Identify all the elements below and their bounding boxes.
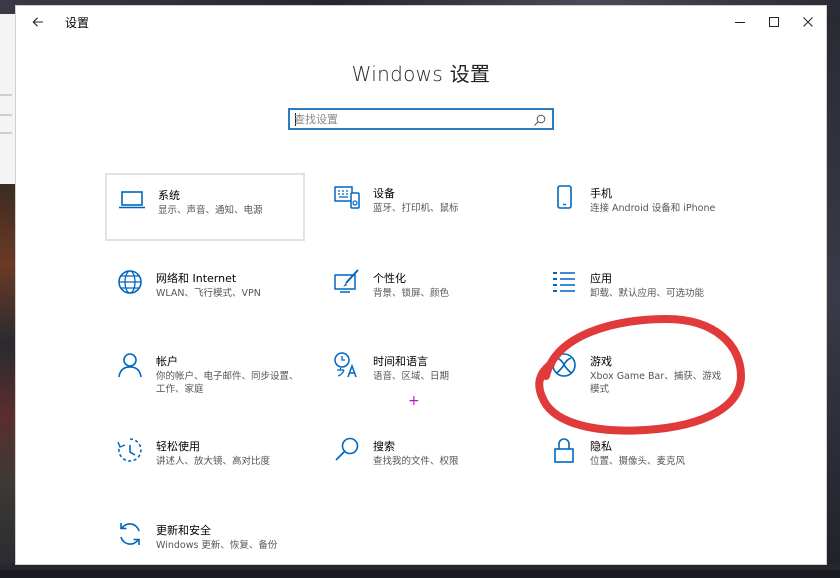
tile-ease-of-access[interactable]: 轻松使用 讲述人、放大镜、高对比度 — [105, 426, 305, 494]
tile-name: 个性化 — [373, 272, 406, 285]
back-arrow-icon — [32, 17, 43, 27]
tile-name: 网络和 Internet — [156, 272, 237, 285]
title-bar[interactable]: 设置 — [16, 6, 826, 38]
tile-name: 手机 — [590, 187, 612, 200]
tile-description: 讲述人、放大镜、高对比度 — [156, 456, 271, 467]
sync-icon — [115, 519, 145, 549]
tile-name: 时间和语言 — [373, 355, 428, 368]
globe-icon — [115, 267, 145, 297]
settings-window: 设置 Windows 设置 系统 显示、声音 — [16, 6, 826, 564]
tile-network[interactable]: 网络和 Internet WLAN、飞行模式、VPN — [105, 258, 305, 326]
tile-update-security[interactable]: 更新和安全 Windows 更新、恢复、备份 — [105, 510, 305, 578]
tile-description: 连接 Android 设备和 iPhone — [590, 203, 716, 214]
tile-personalization[interactable]: 个性化 背景、锁屏、颜色 — [322, 258, 522, 326]
tile-name: 设备 — [373, 187, 395, 200]
tile-system[interactable]: 系统 显示、声音、通知、电源 — [105, 173, 305, 241]
minimize-icon — [735, 22, 745, 23]
tile-search[interactable]: 搜索 查找我的文件、权限 — [322, 426, 522, 494]
tile-name: 应用 — [590, 272, 612, 285]
phone-icon — [549, 182, 579, 212]
desktop-background-right — [826, 14, 840, 570]
tile-name: 轻松使用 — [156, 440, 200, 453]
tile-name: 游戏 — [590, 355, 612, 368]
maximize-button[interactable] — [757, 6, 791, 38]
tile-privacy[interactable]: 隐私 位置、摄像头、麦克风 — [539, 426, 739, 494]
search-box[interactable] — [288, 108, 554, 130]
tile-name: 搜索 — [373, 440, 395, 453]
time-language-icon — [332, 350, 362, 380]
tile-description: 你的帐户、电子邮件、同步设置、工作、家庭 — [156, 371, 299, 395]
tile-description: 背景、锁屏、颜色 — [373, 288, 450, 299]
tile-name: 更新和安全 — [156, 524, 211, 537]
tile-apps[interactable]: 应用 卸载、默认应用、可选功能 — [539, 258, 739, 326]
tile-description: 位置、摄像头、麦克风 — [590, 456, 686, 467]
back-button[interactable] — [22, 8, 54, 36]
apps-list-icon — [549, 267, 579, 297]
tile-time-language[interactable]: 时间和语言 语音、区域、日期 — [322, 341, 522, 409]
tile-gaming[interactable]: 游戏 Xbox Game Bar、捕获、游戏模式 — [539, 341, 739, 409]
close-button[interactable] — [791, 6, 825, 38]
search-icon[interactable] — [533, 113, 547, 127]
paintbrush-icon — [332, 267, 362, 297]
tile-description: 卸载、默认应用、可选功能 — [590, 288, 705, 299]
tile-name: 隐私 — [590, 440, 612, 453]
person-icon — [115, 350, 145, 380]
ease-of-access-icon — [115, 435, 145, 465]
desktop-background-left — [0, 14, 16, 570]
minimize-button[interactable] — [723, 6, 757, 38]
lock-icon — [549, 435, 579, 465]
keyboard-device-icon — [332, 182, 362, 212]
xbox-icon — [549, 350, 579, 380]
tile-description: 蓝牙、打印机、鼠标 — [373, 203, 459, 214]
tile-description: WLAN、飞行模式、VPN — [156, 288, 261, 299]
tile-description: 显示、声音、通知、电源 — [158, 205, 263, 216]
tile-description: 语音、区域、日期 — [373, 371, 450, 382]
search-icon — [332, 435, 362, 465]
window-title: 设置 — [65, 16, 90, 30]
tile-phone[interactable]: 手机 连接 Android 设备和 iPhone — [539, 173, 739, 241]
tile-description: Windows 更新、恢复、备份 — [156, 540, 278, 551]
tile-description: 查找我的文件、权限 — [373, 456, 459, 467]
tile-accounts[interactable]: 帐户 你的帐户、电子邮件、同步设置、工作、家庭 — [105, 341, 305, 409]
tile-name: 帐户 — [156, 355, 178, 368]
maximize-icon — [769, 17, 779, 27]
close-icon — [803, 17, 813, 27]
tile-name: 系统 — [158, 189, 180, 202]
cursor-plus-marker: + — [408, 393, 420, 409]
page-title: Windows 设置 — [351, 62, 491, 86]
tile-description: Xbox Game Bar、捕获、游戏模式 — [590, 371, 722, 395]
laptop-icon — [117, 184, 147, 214]
search-input[interactable] — [294, 111, 524, 127]
tile-devices[interactable]: 设备 蓝牙、打印机、鼠标 — [322, 173, 522, 241]
